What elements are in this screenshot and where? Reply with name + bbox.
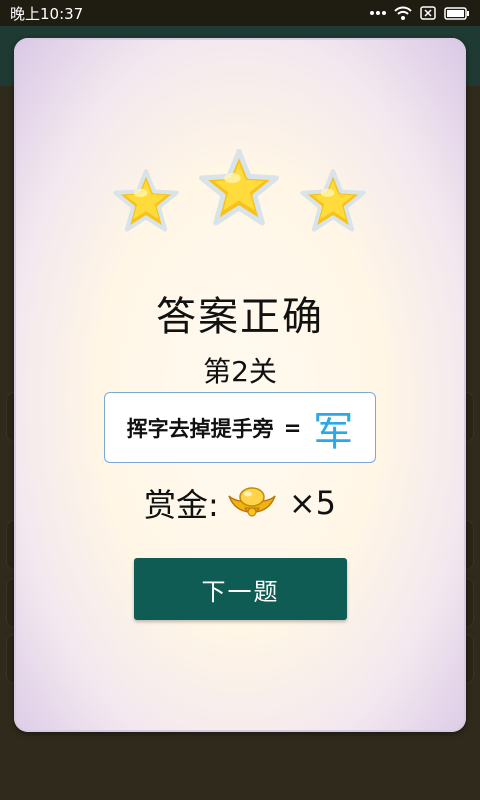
result-title: 答案正确 [156,294,324,340]
gold-ingot-icon [228,487,276,517]
wifi-icon [394,6,412,20]
reward-amount: ×5 [288,484,336,522]
star-icon [113,169,179,232]
star-rating [14,146,466,236]
star-icon [300,169,366,232]
result-dialog: 答案正确 第2关 挥字去掉提手旁 = 军 赏金: ×5 下一题 [14,38,466,732]
status-bar: 晚上10:37 [0,0,480,26]
riddle-equals: = [283,415,302,440]
no-sim-icon [420,6,436,20]
riddle-box: 挥字去掉提手旁 = 军 [104,392,376,463]
riddle-answer: 军 [313,408,354,455]
status-icons [370,6,470,20]
reward-label: 赏金: [144,486,219,524]
star-icon [199,148,279,226]
next-question-button[interactable]: 下一题 [134,558,347,620]
status-time: 晚上10:37 [10,4,84,23]
level-label: 第2关 [203,355,277,388]
more-dots-icon [370,11,386,15]
battery-icon [444,6,469,20]
riddle-question: 挥字去掉提手旁 [126,416,274,441]
reward-row: 赏金: ×5 [14,478,466,528]
